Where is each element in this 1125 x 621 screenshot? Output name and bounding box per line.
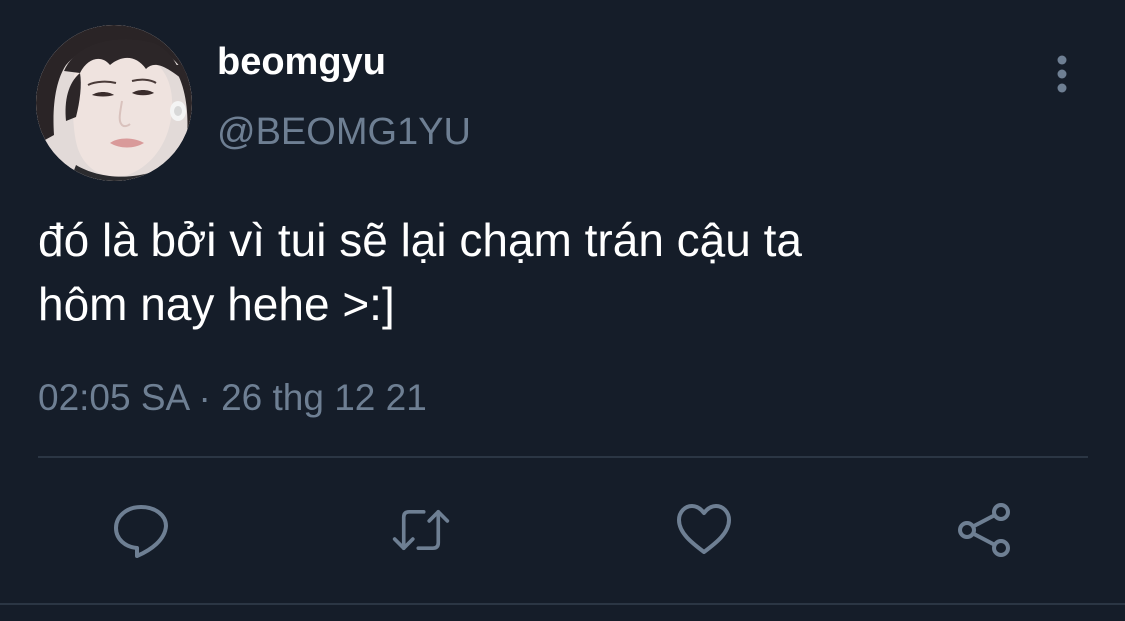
divider (38, 456, 1088, 458)
tweet-card: beomgyu @BEOMG1YU đó là bởi vì tui sẽ lạ… (0, 0, 1125, 621)
user-handle[interactable]: @BEOMG1YU (217, 108, 471, 156)
tweet-text: đó là bởi vì tui sẽ lại chạm trán cậu ta… (38, 208, 1088, 336)
share-icon (958, 503, 1010, 557)
profile-photo-icon (36, 25, 192, 181)
display-name[interactable]: beomgyu (217, 38, 386, 86)
tweet-text-line: hôm nay hehe >:] (38, 278, 395, 330)
divider (0, 603, 1125, 605)
more-options-button[interactable] (1040, 54, 1084, 96)
tweet-timestamp[interactable]: 02:05 SA · 26 thg 12 21 (38, 374, 427, 422)
retweet-button[interactable] (391, 500, 451, 560)
heart-icon (677, 504, 731, 554)
vertical-ellipsis-icon (1057, 55, 1067, 93)
tweet-text-line: đó là bởi vì tui sẽ lại chạm trán cậu ta (38, 214, 802, 266)
share-button[interactable] (955, 500, 1015, 560)
reply-button[interactable] (111, 500, 171, 560)
retweet-icon (392, 510, 450, 551)
avatar[interactable] (36, 25, 192, 181)
comment-icon (114, 505, 168, 558)
like-button[interactable] (674, 500, 734, 560)
